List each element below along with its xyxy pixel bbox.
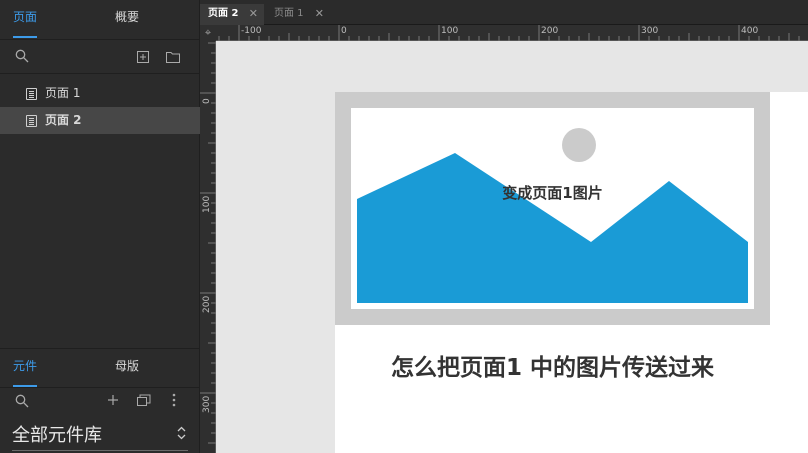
doc-tab-label: 页面 2: [208, 8, 239, 19]
tab-masters[interactable]: 母版: [115, 349, 139, 389]
more-options-icon[interactable]: [172, 393, 176, 410]
ruler-origin-icon[interactable]: ⌖: [200, 25, 216, 41]
widgets-tabbar: 元件 母版: [0, 348, 200, 388]
pages-tabbar: 页面 概要: [0, 0, 200, 40]
mountain-shape: [357, 153, 748, 303]
document-tabs: 页面 2 ✕ 页面 1 ✕: [200, 0, 808, 25]
page-icon: [26, 115, 37, 127]
add-library-icon[interactable]: [107, 394, 119, 409]
ruler-label: 0: [341, 26, 347, 36]
active-tab-indicator: [13, 36, 37, 38]
tab-widgets-label: 元件: [13, 359, 38, 373]
ruler-label: 300: [641, 26, 659, 36]
ruler-label: 400: [741, 26, 759, 36]
widgets-toolbar: [0, 387, 200, 421]
doc-tab-page-1[interactable]: 页面 1 ✕: [266, 4, 330, 25]
page-list-item-2[interactable]: 页面 2: [0, 107, 200, 134]
image-placeholder-label: 变成页面1图片: [502, 184, 603, 202]
tab-pages[interactable]: 页面: [13, 0, 37, 40]
doc-tab-label: 页面 1: [274, 8, 304, 19]
image-placeholder-inner: 变成页面1图片: [351, 108, 754, 309]
left-panel: 页面 概要 页面 1 页面 2 元件 母版 全部元件库: [0, 0, 200, 453]
tab-outline-label: 概要: [115, 10, 140, 24]
page-list-item-label: 页面 1: [45, 86, 81, 100]
horizontal-ruler: -100 0 100 200 300 400: [216, 25, 808, 41]
page-list-item-1[interactable]: 页面 1: [0, 80, 200, 107]
tab-masters-label: 母版: [115, 359, 140, 373]
tab-widgets[interactable]: 元件: [13, 349, 37, 389]
page-list-item-label: 页面 2: [45, 113, 82, 127]
ruler-label: 0: [202, 98, 212, 104]
image-placeholder[interactable]: 变成页面1图片: [335, 92, 770, 325]
tab-outline[interactable]: 概要: [115, 0, 139, 40]
vertical-ruler: 0 100 200 300: [200, 41, 216, 453]
ruler-label: 200: [541, 26, 559, 36]
sun-shape: [562, 128, 596, 162]
search-icon[interactable]: [15, 394, 29, 411]
add-page-icon[interactable]: [137, 51, 149, 66]
close-icon[interactable]: ✕: [249, 4, 258, 24]
pages-toolbar: [0, 40, 200, 74]
canvas-heading-text[interactable]: 怎么把页面1 中的图片传送过来: [335, 348, 770, 382]
mountain-image-icon: [357, 128, 748, 303]
library-select[interactable]: 全部元件库: [12, 421, 188, 451]
ruler-label: 100: [202, 195, 212, 213]
ruler-label: 100: [441, 26, 459, 36]
editor-area: 页面 2 ✕ 页面 1 ✕ ⌖ -100 0 100 200 300 400 0…: [200, 0, 808, 453]
ruler-label: 200: [202, 295, 212, 313]
library-select-value: 全部元件库: [12, 425, 102, 446]
page-icon: [26, 88, 37, 100]
search-icon[interactable]: [15, 49, 29, 66]
add-folder-icon[interactable]: [166, 51, 180, 66]
close-icon[interactable]: ✕: [315, 4, 324, 24]
ruler-label: 300: [202, 395, 212, 413]
select-chevrons-icon: [177, 421, 186, 443]
ruler-label: -100: [241, 26, 262, 36]
library-stack-icon[interactable]: [137, 394, 151, 409]
doc-tab-page-2[interactable]: 页面 2 ✕: [200, 4, 264, 25]
tab-pages-label: 页面: [13, 10, 38, 24]
